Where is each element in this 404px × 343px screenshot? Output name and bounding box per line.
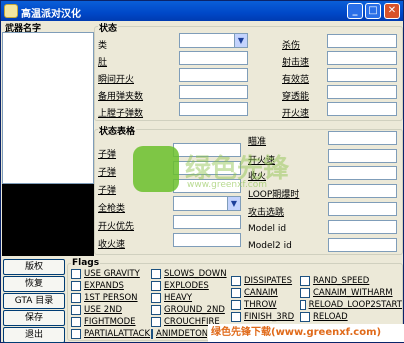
flag-reload[interactable]: RELOAD bbox=[300, 312, 348, 322]
flag-throw[interactable]: THROW bbox=[231, 300, 277, 310]
checkbox-icon[interactable] bbox=[231, 312, 241, 322]
checkbox-icon[interactable] bbox=[151, 269, 161, 279]
table-label-model2-id: Model2 id bbox=[248, 241, 292, 251]
checkbox-icon[interactable] bbox=[151, 305, 161, 315]
checkbox-icon[interactable] bbox=[300, 312, 310, 322]
flag-expands[interactable]: EXPANDS bbox=[71, 281, 124, 291]
title-bar[interactable]: 高温派对汉化 _ □ ✕ bbox=[1, 1, 403, 21]
status-label-shot-speed: 射击速 bbox=[282, 58, 310, 68]
status-label-fire-rate: 开火速 bbox=[282, 109, 310, 119]
restore-button[interactable]: 恢复 bbox=[3, 276, 65, 292]
table-label-bullet-1: 子弹 bbox=[98, 150, 117, 160]
table-label-model-id: Model id bbox=[248, 224, 287, 234]
flag-finish-3rd[interactable]: FINISH_3RD bbox=[231, 312, 294, 322]
range-input[interactable] bbox=[327, 68, 397, 82]
status-label-class: 类 bbox=[98, 41, 108, 51]
holster-speed-input[interactable] bbox=[173, 233, 241, 247]
checkbox-icon[interactable] bbox=[151, 293, 161, 303]
status-label-damage: 杀伤 bbox=[282, 41, 301, 51]
save-button[interactable]: 保存 bbox=[3, 310, 65, 326]
aim-input[interactable] bbox=[328, 131, 397, 145]
app-icon bbox=[4, 4, 18, 18]
shot-speed-input[interactable] bbox=[327, 51, 397, 65]
flag-slows-down[interactable]: SLOWS_DOWN bbox=[151, 269, 227, 279]
table-label-holster-speed: 收火速 bbox=[98, 240, 126, 250]
fire-priority-input[interactable] bbox=[173, 215, 241, 229]
checkbox-icon[interactable] bbox=[71, 281, 81, 291]
checkbox-icon[interactable] bbox=[300, 276, 310, 286]
table-label-bullet-3: 子弹 bbox=[98, 186, 117, 196]
checkbox-icon[interactable] bbox=[71, 305, 81, 315]
flag-canaim-witharm[interactable]: CANAIM_WITHARM bbox=[300, 288, 393, 298]
loaded-rounds-input[interactable] bbox=[179, 102, 248, 116]
window-title: 高温派对汉化 bbox=[21, 9, 81, 20]
flag-fightmode[interactable]: FIGHTMODE bbox=[71, 317, 136, 327]
minimize-button[interactable]: _ bbox=[347, 3, 363, 19]
watermark-url: www.greenxf.com bbox=[187, 180, 268, 190]
table-label-attack-skip: 攻击选跳 bbox=[248, 208, 285, 218]
checkbox-icon[interactable] bbox=[231, 300, 241, 310]
checkbox-icon[interactable] bbox=[300, 300, 306, 310]
preview-panel bbox=[2, 184, 94, 256]
status-title: 状态 bbox=[98, 21, 119, 34]
flag-reload-loop2start[interactable]: RELOAD_LOOP2START bbox=[300, 300, 402, 310]
loop-burst-input[interactable] bbox=[328, 184, 397, 198]
checkbox-icon[interactable] bbox=[71, 329, 81, 339]
model-id-input[interactable] bbox=[328, 220, 397, 234]
flag-use-2nd[interactable]: USE 2ND bbox=[71, 305, 122, 315]
app-window: 高温派对汉化 _ □ ✕ 武器名字 版权 恢复 GTA 目录 保存 退出 状态 … bbox=[0, 0, 404, 343]
status-label-belly: 肚 bbox=[98, 58, 108, 68]
table-label-bullet-2: 子弹 bbox=[98, 168, 117, 178]
fire-speed-input[interactable] bbox=[328, 149, 397, 163]
greenxf-logo-icon bbox=[133, 146, 179, 192]
checkbox-icon[interactable] bbox=[151, 317, 161, 327]
checkbox-icon[interactable] bbox=[151, 281, 161, 291]
flag-explodes[interactable]: EXPLODES bbox=[151, 281, 209, 291]
status-label-penetration: 穿透能 bbox=[282, 92, 310, 102]
belly-input[interactable] bbox=[179, 51, 248, 65]
model2-id-input[interactable] bbox=[328, 238, 397, 252]
checkbox-icon[interactable] bbox=[231, 288, 241, 298]
checkbox-icon[interactable] bbox=[300, 288, 310, 298]
spare-clips-input[interactable] bbox=[179, 85, 248, 99]
flag-1st-person[interactable]: 1ST PERSON bbox=[71, 293, 138, 303]
status-label-range: 有效范 bbox=[282, 75, 310, 85]
status-label-loaded-rounds: 上膛子弹数 bbox=[98, 109, 144, 119]
holster-input[interactable] bbox=[328, 166, 397, 180]
flag-dissipates[interactable]: DISSIPATES bbox=[231, 276, 292, 286]
maximize-button[interactable]: □ bbox=[365, 3, 381, 19]
class-dropdown[interactable]: ▼ bbox=[179, 33, 248, 48]
checkbox-icon[interactable] bbox=[71, 293, 81, 303]
table-label-weapon-class: 全枪类 bbox=[98, 204, 126, 214]
exit-button[interactable]: 退出 bbox=[3, 327, 65, 343]
copyright-button[interactable]: 版权 bbox=[3, 259, 65, 275]
flag-heavy[interactable]: HEAVY bbox=[151, 293, 192, 303]
status-table-title: 状态表格 bbox=[98, 124, 137, 137]
close-button[interactable]: ✕ bbox=[384, 3, 400, 19]
checkbox-icon[interactable] bbox=[71, 317, 81, 327]
flag-animdetonate[interactable]: ANIMDETONATE bbox=[151, 329, 207, 339]
gta-directory-button[interactable]: GTA 目录 bbox=[3, 293, 65, 309]
damage-input[interactable] bbox=[327, 34, 397, 48]
status-label-spare-clips: 备用弹夹数 bbox=[98, 92, 144, 102]
instant-fire-input[interactable] bbox=[179, 68, 248, 82]
checkbox-icon[interactable] bbox=[151, 329, 153, 339]
chevron-down-icon: ▼ bbox=[234, 34, 247, 47]
penetration-input[interactable] bbox=[327, 85, 397, 99]
flags-title: Flags bbox=[71, 258, 101, 268]
flag-use-gravity[interactable]: USE GRAVITY bbox=[71, 269, 140, 279]
download-banner: 绿色先锋下载(www.greenxf.com) bbox=[208, 324, 404, 342]
flag-partialattack[interactable]: PARTIALATTACK bbox=[71, 329, 150, 339]
flag-canaim[interactable]: CANAIM bbox=[231, 288, 278, 298]
flag-ground-2nd[interactable]: GROUND_2ND bbox=[151, 305, 225, 315]
checkbox-icon[interactable] bbox=[231, 276, 241, 286]
checkbox-icon[interactable] bbox=[71, 269, 81, 279]
status-label-instant-fire: 瞬间开火 bbox=[98, 75, 135, 85]
flag-rand-speed[interactable]: RAND_SPEED bbox=[300, 276, 369, 286]
fire-rate-input[interactable] bbox=[327, 102, 397, 116]
attack-skip-input[interactable] bbox=[328, 202, 397, 216]
watermark: 绿色先锋 www.greenxf.com bbox=[133, 146, 289, 201]
table-label-fire-priority: 开火优先 bbox=[98, 222, 135, 232]
weapon-list[interactable] bbox=[2, 32, 94, 184]
